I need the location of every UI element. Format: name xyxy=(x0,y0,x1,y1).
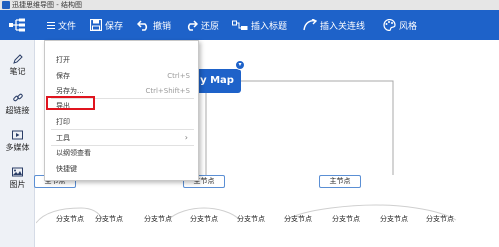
sidebar-item-note[interactable]: 笔记 xyxy=(0,54,35,77)
menu-separator xyxy=(51,129,194,130)
menu-item-save[interactable]: 保存 Ctrl+S xyxy=(45,70,198,82)
save-button[interactable]: 保存 xyxy=(90,10,123,40)
window-title: 迅捷思维导图 - 结构图 xyxy=(12,1,82,9)
export-highlight-box xyxy=(46,96,95,110)
redo-icon xyxy=(187,20,198,31)
insert-title-button[interactable]: 插入标题 xyxy=(232,10,287,40)
menu-item-shortcut: Ctrl+S xyxy=(167,72,190,80)
sub-node[interactable]: 分支节点 xyxy=(278,214,318,224)
insert-relation-label: 插入关连线 xyxy=(320,21,366,32)
sidebar-label-link: 超链接 xyxy=(5,106,30,115)
insert-relation-button[interactable]: 插入关连线 xyxy=(303,10,365,40)
style-label: 风格 xyxy=(399,21,418,32)
save-label: 保存 xyxy=(105,21,124,32)
save-icon xyxy=(90,19,102,31)
link-icon xyxy=(12,93,23,102)
menu-item-label: 以纲领查看 xyxy=(56,149,91,157)
title-bar: 迅捷思维导图 - 结构图 xyxy=(0,0,499,10)
sidebar-label-media: 多媒体 xyxy=(5,143,30,152)
image-icon xyxy=(12,167,23,177)
palette-icon xyxy=(383,19,396,31)
undo-label: 撤销 xyxy=(153,21,172,32)
sub-node[interactable]: 分支节点 xyxy=(420,214,460,224)
media-icon xyxy=(12,130,23,140)
sub-node[interactable]: 分支节点 xyxy=(374,214,414,224)
central-topic[interactable]: y Map xyxy=(193,69,241,93)
undo-button[interactable]: 撤销 xyxy=(137,10,171,40)
sidebar-label-image: 图片 xyxy=(9,180,26,189)
sidebar-item-link[interactable]: 超链接 xyxy=(0,93,35,116)
file-dropdown-menu: 打开 保存 Ctrl+S 另存为... Ctrl+Shift+S 导出 打印 工… xyxy=(44,40,199,181)
menu-item-shortcuts[interactable]: 快捷键 xyxy=(45,163,198,175)
menu-item-label: 保存 xyxy=(56,72,70,80)
left-sidebar: 笔记 超链接 多媒体 图片 xyxy=(0,40,35,247)
mindmap-menu-icon xyxy=(9,18,25,32)
sub-node[interactable]: 分支节点 xyxy=(184,214,224,224)
menu-item-print[interactable]: 打印 xyxy=(45,116,198,128)
menu-item-tools[interactable]: 工具 › xyxy=(45,132,198,144)
menu-item-label: 打印 xyxy=(56,118,70,126)
menu-item-label: 另存为... xyxy=(56,87,84,95)
sub-node[interactable]: 分支节点 xyxy=(50,214,90,224)
sidebar-label-note: 笔记 xyxy=(9,67,26,76)
insert-title-icon xyxy=(232,20,248,30)
style-button[interactable]: 风格 xyxy=(383,10,417,40)
menu-separator xyxy=(51,145,194,146)
sub-node[interactable]: 分支节点 xyxy=(138,214,178,224)
main-node-3[interactable]: 主节点 xyxy=(319,175,361,188)
hamburger-icon xyxy=(47,21,55,29)
insert-title-label: 插入标题 xyxy=(251,21,288,32)
submenu-arrow-icon: › xyxy=(184,133,188,142)
menu-item-label: 工具 xyxy=(56,134,70,142)
sidebar-item-image[interactable]: 图片 xyxy=(0,167,35,190)
menu-item-shortcut: Ctrl+Shift+S xyxy=(145,87,190,95)
sidebar-item-media[interactable]: 多媒体 xyxy=(0,130,35,153)
redo-button[interactable]: 还原 xyxy=(185,10,219,40)
redo-label: 还原 xyxy=(201,21,220,32)
main-menu-button[interactable] xyxy=(0,10,43,40)
undo-icon xyxy=(137,20,148,31)
file-label: 文件 xyxy=(58,21,77,32)
menu-item-label: 打开 xyxy=(56,56,70,64)
sub-node[interactable]: 分支节点 xyxy=(89,214,129,224)
relation-line-icon xyxy=(303,19,317,31)
sub-node[interactable]: 分支节点 xyxy=(326,214,366,224)
app-logo-icon xyxy=(2,1,10,9)
app-window: 迅捷思维导图 - 结构图 保存 撤销 还原 插入标题 插入关连线 风格 文件 笔… xyxy=(0,0,499,247)
sub-node[interactable]: 分支节点 xyxy=(231,214,271,224)
menu-item-outline-view[interactable]: 以纲领查看 xyxy=(45,147,198,159)
pencil-icon xyxy=(12,54,23,64)
file-menu-tab[interactable]: 文件 xyxy=(43,10,81,40)
menu-item-open[interactable]: 打开 xyxy=(45,54,198,66)
menu-item-label: 快捷键 xyxy=(56,165,77,173)
collapse-toggle-icon[interactable]: ▾ xyxy=(235,60,245,70)
